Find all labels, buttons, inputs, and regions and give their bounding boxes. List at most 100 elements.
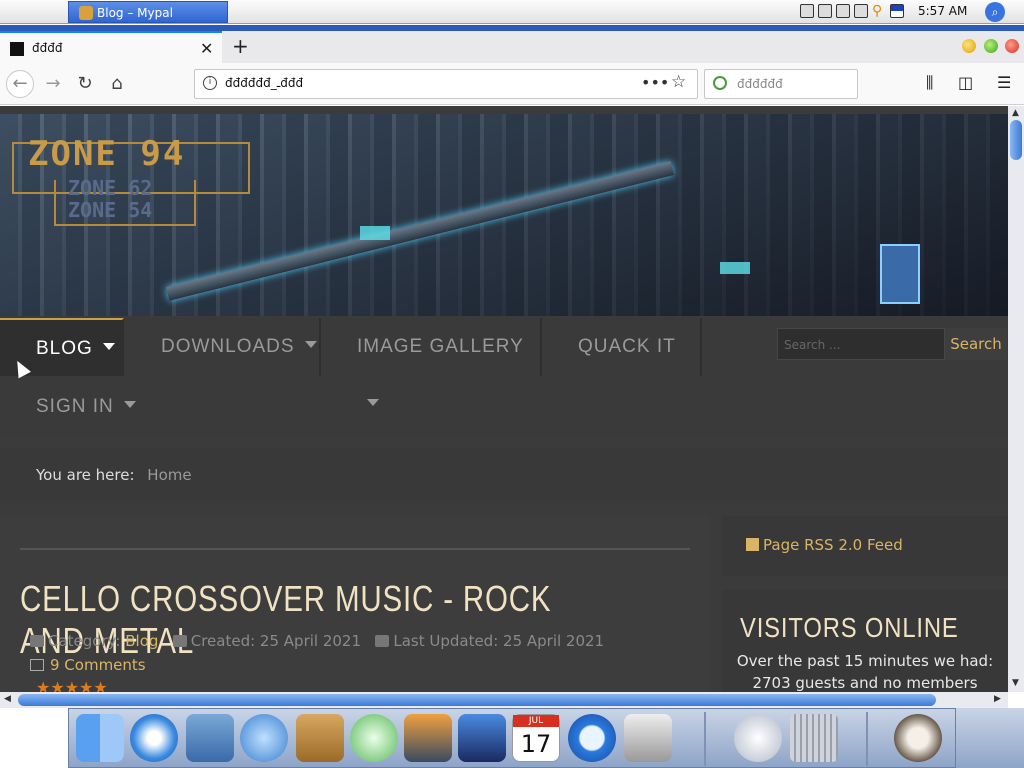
taskbar-window-button[interactable]: Blog – Mypal xyxy=(68,1,228,23)
ichat-icon[interactable] xyxy=(240,714,288,762)
apple-menu-icon[interactable] xyxy=(18,2,38,22)
site-banner-image: ZONE 94 ZONE 62 ZONE 54 xyxy=(0,114,1008,316)
mail-icon[interactable] xyxy=(186,714,234,762)
updated-date: Last Updated: 25 April 2021 xyxy=(393,632,605,650)
breadcrumb-prefix: You are here: xyxy=(36,466,135,484)
menu-item-label: IMAGE GALLERY xyxy=(357,336,524,357)
rss-feed-link[interactable]: Page RSS 2.0 Feed xyxy=(746,536,903,554)
scroll-up-icon[interactable]: ▲ xyxy=(1012,108,1019,118)
scroll-left-icon[interactable]: ◀ xyxy=(4,694,11,704)
iphoto-icon[interactable] xyxy=(404,714,452,762)
chevron-down-icon xyxy=(304,341,317,348)
site-search-input[interactable]: Search ... xyxy=(777,328,945,360)
breadcrumb: You are here: Home xyxy=(0,448,1008,502)
vertical-scrollbar[interactable]: ▲ ▼ xyxy=(1008,106,1024,692)
new-tab-button[interactable]: + xyxy=(232,34,249,58)
menu-item-label: DOWNLOADS xyxy=(161,336,295,357)
window-close-button[interactable] xyxy=(1005,39,1019,53)
tab-title: đđđđ xyxy=(32,41,63,55)
rss-label: Page RSS 2.0 Feed xyxy=(763,536,903,554)
trash-icon[interactable] xyxy=(790,714,838,762)
rating-stars[interactable]: ★★★★★ xyxy=(36,678,108,692)
tab-favicon-icon xyxy=(10,42,24,56)
menu-item-image-gallery[interactable]: IMAGE GALLERY xyxy=(321,318,542,406)
system-menubar: Blog – Mypal ⚲ 5:57 AM ⌕ xyxy=(0,0,1024,24)
finder-icon[interactable] xyxy=(76,714,124,762)
comments-count: 9 Comments xyxy=(50,656,146,674)
reload-button[interactable]: ↻ xyxy=(72,71,98,97)
hamburger-menu-icon[interactable]: ☰ xyxy=(997,73,1011,92)
visitors-module: VISITORS ONLINE Over the past 15 minutes… xyxy=(722,590,1008,692)
home-button[interactable]: ⌂ xyxy=(104,71,130,97)
itunes-icon[interactable] xyxy=(350,714,398,762)
visitors-text: Over the past 15 minutes we had: 2703 gu… xyxy=(722,650,1008,692)
comments-link[interactable]: 9 Comments xyxy=(30,656,146,674)
mypal-raccoon-icon[interactable] xyxy=(894,714,942,762)
window-minimize-button[interactable] xyxy=(962,39,976,53)
ical-month: JUL xyxy=(513,715,559,727)
window-maximize-button[interactable] xyxy=(984,39,998,53)
page-viewport: ZONE 94 ZONE 62 ZONE 54 BLOG DOWNLOADS I… xyxy=(0,106,1008,692)
sidebar-toggle-icon[interactable]: ◫ xyxy=(958,73,973,92)
chevron-down-icon xyxy=(102,343,115,350)
tab-close-icon[interactable]: ✕ xyxy=(200,39,213,58)
volume-icon[interactable] xyxy=(836,4,850,18)
dock-extension xyxy=(956,708,1024,768)
ical-icon[interactable]: JUL 17 xyxy=(512,714,560,762)
dock-separator xyxy=(704,712,706,766)
forward-button[interactable]: → xyxy=(40,71,66,97)
browser-tab-active[interactable]: đđđđ ✕ xyxy=(0,31,222,63)
folder-icon xyxy=(30,635,44,647)
category-label: Category: xyxy=(48,632,121,650)
input-language-flag-icon[interactable] xyxy=(890,4,904,18)
menu-item-sign-in[interactable]: SIGN IN xyxy=(0,378,146,436)
site-search-button[interactable]: Search xyxy=(945,328,1007,360)
page-actions-icon[interactable]: ••• xyxy=(641,73,669,92)
menu-item-quack-it[interactable]: QUACK IT xyxy=(542,318,702,376)
imovie-icon[interactable] xyxy=(458,714,506,762)
divider xyxy=(20,548,690,550)
safari-icon[interactable] xyxy=(130,714,178,762)
search-engine-icon[interactable] xyxy=(713,76,727,90)
mypal-app-icon xyxy=(79,6,93,20)
horizontal-scroll-thumb[interactable] xyxy=(18,694,936,706)
rss-module: Page RSS 2.0 Feed xyxy=(722,516,1008,576)
monitor-icon[interactable] xyxy=(854,4,868,18)
url-bar[interactable]: i đđđđđđ_ـđđđ ••• ☆ xyxy=(194,69,698,99)
category-link[interactable]: Blog xyxy=(125,632,158,650)
calendar-icon xyxy=(172,635,187,647)
breadcrumb-home-link[interactable]: Home xyxy=(147,466,191,484)
article-meta: Category: Blog Created: 25 April 2021 La… xyxy=(30,632,604,650)
keyboard-icon[interactable] xyxy=(800,4,814,18)
scroll-right-icon[interactable]: ▶ xyxy=(994,694,1001,704)
url-text[interactable]: đđđđđđ_ـđđđ xyxy=(225,76,303,90)
system-tray: ⚲ xyxy=(800,4,904,20)
banner-light xyxy=(720,262,750,274)
site-info-icon[interactable]: i xyxy=(203,76,217,90)
chevron-down-icon xyxy=(123,401,136,408)
browser-tabbar: đđđđ ✕ + xyxy=(0,31,1024,63)
menu-item-label: BLOG xyxy=(36,338,93,359)
mail-at-icon[interactable] xyxy=(734,714,782,762)
created-date: Created: 25 April 2021 xyxy=(190,632,362,650)
spotlight-search-icon[interactable]: ⌕ xyxy=(985,2,1005,22)
menubar-clock[interactable]: 5:57 AM xyxy=(918,4,967,18)
banner-light xyxy=(360,226,390,240)
quicktime-icon[interactable] xyxy=(568,714,616,762)
library-icon[interactable]: ⫼ xyxy=(926,73,933,93)
back-button[interactable]: ← xyxy=(6,70,34,98)
address-book-icon[interactable] xyxy=(296,714,344,762)
visitors-title: VISITORS ONLINE xyxy=(740,612,959,643)
key-icon[interactable]: ⚲ xyxy=(872,4,886,18)
scroll-down-icon[interactable]: ▼ xyxy=(1012,678,1019,688)
system-preferences-icon[interactable] xyxy=(624,714,672,762)
browser-search-box[interactable]: đđđđđđ xyxy=(704,69,858,99)
visitors-line: Over the past 15 minutes we had: xyxy=(736,652,994,670)
logo-subtitle: ZONE 62 xyxy=(68,176,153,200)
site-logo[interactable]: ZONE 94 xyxy=(28,134,185,174)
menu-item-downloads[interactable]: DOWNLOADS xyxy=(125,318,321,376)
ical-day: 17 xyxy=(520,730,552,758)
display-icon[interactable] xyxy=(818,4,832,18)
vertical-scroll-thumb[interactable] xyxy=(1010,120,1022,160)
bookmark-star-icon[interactable]: ☆ xyxy=(671,72,686,92)
